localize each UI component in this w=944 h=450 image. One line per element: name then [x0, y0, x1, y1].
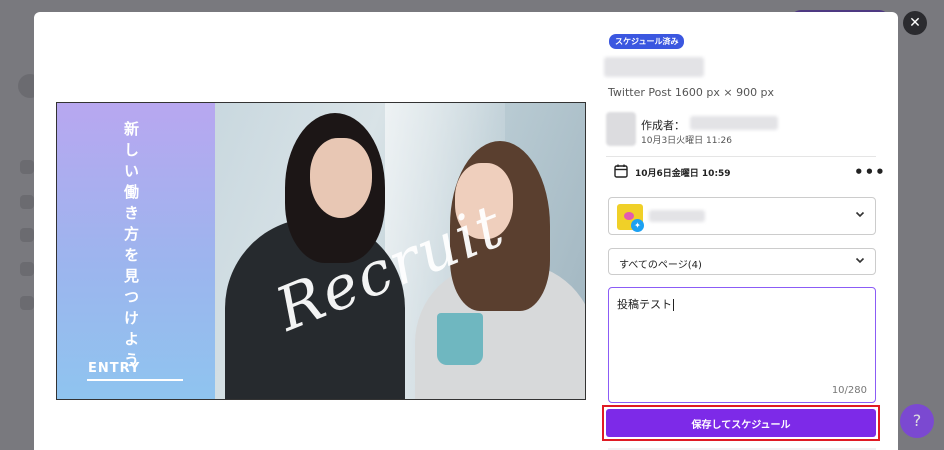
account-select[interactable]: ✦	[608, 197, 876, 235]
divider	[606, 156, 876, 157]
creator-label: 作成者：	[641, 119, 685, 132]
schedule-modal: 新しい働き方を見つけよう ENTRY Recruit スケジュール済み Twit…	[34, 12, 898, 450]
photo-person-1-face	[310, 138, 372, 218]
caption-text: 投稿テスト	[617, 296, 674, 312]
photo-mug	[437, 313, 483, 365]
creator-name-blurred	[690, 116, 778, 130]
created-date: 10月3日火曜日 11:26	[641, 136, 732, 146]
more-options-icon[interactable]: •••	[854, 163, 886, 181]
chevron-down-icon	[855, 211, 865, 218]
preview-photo: Recruit	[215, 103, 585, 399]
preview-vertical-text: 新しい働き方を見つけよう	[122, 121, 140, 373]
page-select[interactable]: すべてのページ(4)	[608, 248, 876, 275]
page-select-value: すべてのページ(4)	[619, 260, 702, 271]
design-format: Twitter Post 1600 px × 900 px	[608, 86, 775, 99]
calendar-icon	[614, 164, 628, 178]
preview-left-panel: 新しい働き方を見つけよう ENTRY	[57, 103, 215, 399]
preview-entry-label: ENTRY	[88, 361, 141, 376]
status-badge: スケジュール済み	[609, 34, 685, 49]
design-preview: 新しい働き方を見つけよう ENTRY Recruit	[56, 102, 586, 400]
text-cursor	[673, 299, 674, 311]
save-button-highlight: 保存してスケジュール	[602, 405, 880, 441]
caption-value: 投稿テスト	[617, 298, 672, 311]
help-button[interactable]: ?	[900, 404, 934, 438]
character-count: 10/280	[831, 385, 867, 396]
schedule-datetime[interactable]: 10月6日金曜日 10:59	[635, 166, 731, 179]
twitter-icon: ✦	[631, 219, 644, 232]
creator-avatar	[606, 112, 636, 146]
preview-entry-line	[87, 379, 183, 381]
account-name-blurred	[649, 210, 705, 222]
close-icon[interactable]: ✕	[903, 11, 927, 35]
caption-textarea[interactable]: 投稿テスト 10/280	[608, 287, 876, 403]
save-and-schedule-button[interactable]: 保存してスケジュール	[606, 409, 876, 437]
account-avatar-image	[624, 212, 634, 220]
chevron-down-icon	[855, 257, 865, 264]
design-title-blurred	[604, 57, 704, 77]
